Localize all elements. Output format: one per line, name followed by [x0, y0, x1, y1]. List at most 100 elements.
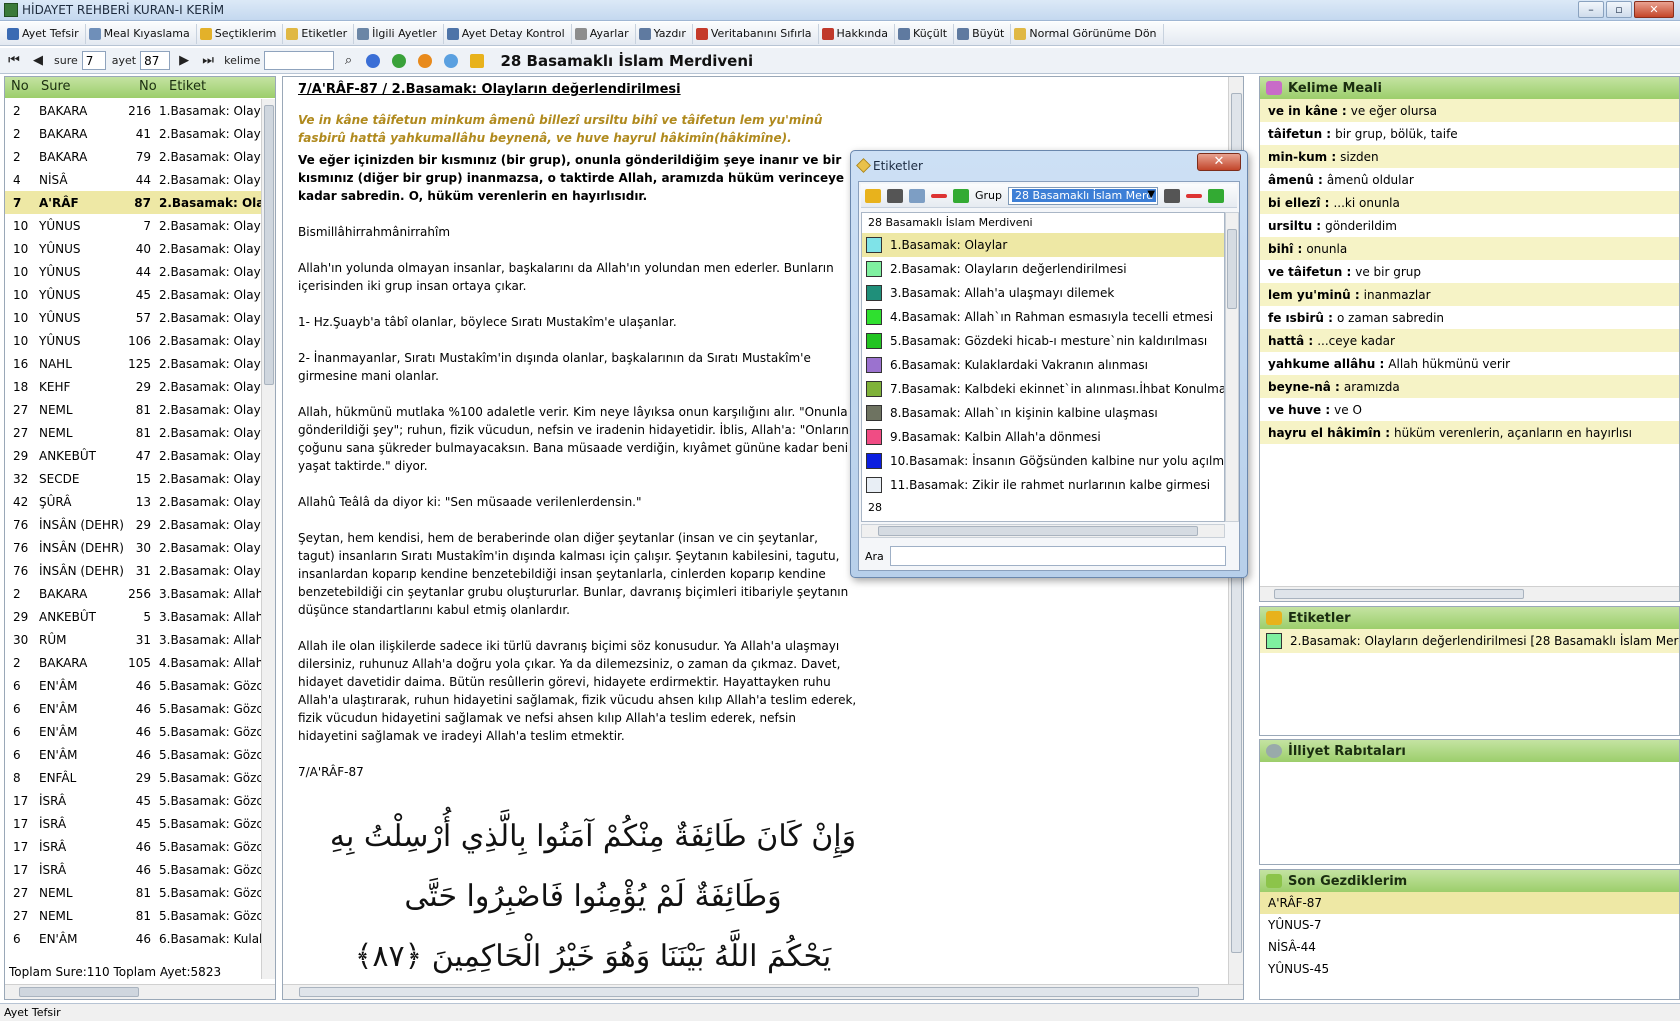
kelime-row[interactable]: yahkume allâhu : Allah hükmünü verir: [1260, 352, 1679, 375]
header-no[interactable]: No: [5, 77, 35, 98]
table-row[interactable]: 76 İNSÂN (DEHR) 29 2.Basamak: Olayl: [5, 513, 263, 536]
etiket-item[interactable]: 2.Basamak: Olayların değerlendirilmesi: [862, 257, 1224, 281]
header-etiket[interactable]: Etiket: [163, 77, 210, 98]
etiket-item[interactable]: 8.Basamak: Allah`ın kişinin kalbine ulaş…: [862, 401, 1224, 425]
scroll-thumb[interactable]: [878, 526, 1198, 536]
menu-item[interactable]: Ayarlar: [572, 23, 636, 44]
sure-input[interactable]: [81, 51, 106, 70]
kelime-row[interactable]: tâifetun : bir grup, bölük, taife: [1260, 122, 1679, 145]
kelime-row[interactable]: hattâ : ...ceye kadar: [1260, 329, 1679, 352]
search-icon[interactable]: ⌕: [338, 51, 358, 71]
etiket-item[interactable]: 11.Basamak: Zikir ile rahmet nurlarının …: [862, 473, 1224, 497]
grup-select[interactable]: 28 Basamaklı İslam Merd ▼: [1008, 186, 1159, 205]
table-row[interactable]: 29 ANKEBÛT 5 3.Basamak: Allah: [5, 605, 263, 628]
menu-item[interactable]: Küçült: [895, 23, 955, 44]
scroll-thumb[interactable]: [1227, 229, 1237, 309]
chevron-down-icon[interactable]: ▼: [1147, 189, 1155, 200]
etiket-item[interactable]: 6.Basamak: Kulaklardaki Vakranın alınmas…: [862, 353, 1224, 377]
last-icon[interactable]: ⏭: [198, 51, 218, 71]
globe-icon[interactable]: [366, 53, 381, 68]
menu-item[interactable]: Veritabanını Sıfırla: [693, 23, 819, 44]
table-row[interactable]: 42 ŞÛRÂ 13 2.Basamak: Olayl: [5, 490, 263, 513]
etiket-item[interactable]: 3.Basamak: Allah'a ulaşmayı dilemek: [862, 281, 1224, 305]
table-row[interactable]: 76 İNSÂN (DEHR) 30 2.Basamak: Olayl: [5, 536, 263, 559]
list-vertical-scrollbar[interactable]: [261, 99, 275, 979]
menu-item[interactable]: Hakkında: [819, 23, 896, 44]
table-row[interactable]: 6 EN'ÂM 46 5.Basamak: Gözc: [5, 697, 263, 720]
search-input[interactable]: [889, 546, 1226, 566]
blue-circle-icon[interactable]: [444, 53, 459, 68]
table-row[interactable]: 27 NEML 81 2.Basamak: Olayl: [5, 421, 263, 444]
table-row[interactable]: 6 EN'ÂM 46 5.Basamak: Gözc: [5, 674, 263, 697]
header-sure[interactable]: Sure: [35, 77, 133, 98]
table-row[interactable]: 10 YÛNUS 40 2.Basamak: Olayl: [5, 237, 263, 260]
table-row[interactable]: 2 BAKARA 79 2.Basamak: Olayl: [5, 145, 263, 168]
table-row[interactable]: 17 İSRÂ 46 5.Basamak: Gözc: [5, 858, 263, 881]
minus-icon[interactable]: [931, 193, 947, 198]
table-row[interactable]: 27 NEML 81 5.Basamak: Gözc: [5, 904, 263, 927]
scroll-thumb[interactable]: [264, 105, 274, 385]
table-row[interactable]: 2 BAKARA 256 3.Basamak: Allah: [5, 582, 263, 605]
dialog-close-icon[interactable]: ✕: [1197, 153, 1241, 171]
minimize-icon[interactable]: –: [1578, 1, 1604, 18]
kelime-row[interactable]: ve tâifetun : ve bir grup: [1260, 260, 1679, 283]
tag-edit-icon[interactable]: [865, 188, 881, 203]
ayet-input[interactable]: [140, 51, 171, 70]
table-row[interactable]: 17 İSRÂ 46 5.Basamak: Gözc: [5, 835, 263, 858]
scroll-thumb[interactable]: [299, 987, 1199, 997]
kelime-row[interactable]: ve huve : ve O: [1260, 398, 1679, 421]
dialog-vertical-scrollbar[interactable]: [1225, 212, 1239, 522]
list-horizontal-scrollbar[interactable]: [5, 984, 275, 999]
kelime-row[interactable]: ursiltu : gönderildim: [1260, 214, 1679, 237]
table-row[interactable]: 6 EN'ÂM 46 6.Basamak: Kulak: [5, 927, 263, 950]
history-item[interactable]: YÛNUS-45: [1260, 958, 1679, 980]
etiket-item[interactable]: 1.Basamak: Olaylar: [862, 233, 1224, 257]
menu-item[interactable]: Normal Görünüme Dön: [1011, 23, 1164, 44]
kelime-row[interactable]: beyne-nâ : aramızda: [1260, 375, 1679, 398]
table-row[interactable]: 27 NEML 81 5.Basamak: Gözc: [5, 881, 263, 904]
bar-chart-icon[interactable]: [470, 53, 485, 68]
binoculars-icon[interactable]: [1164, 188, 1181, 203]
table-row[interactable]: 10 YÛNUS 7 2.Basamak: Olayl: [5, 214, 263, 237]
menu-item[interactable]: Ayet Tefsir: [4, 23, 86, 44]
table-row[interactable]: 4 NİSÂ 44 2.Basamak: Olayl: [5, 168, 263, 191]
green-circle-icon[interactable]: [392, 53, 407, 68]
table-row[interactable]: 10 YÛNUS 44 2.Basamak: Olayl: [5, 260, 263, 283]
binoculars-icon[interactable]: [887, 188, 903, 203]
table-row[interactable]: 76 İNSÂN (DEHR) 31 2.Basamak: Olayl: [5, 559, 263, 582]
orange-circle-icon[interactable]: [418, 53, 433, 68]
etiket-item[interactable]: 4.Basamak: Allah`ın Rahman esmasıyla tec…: [862, 305, 1224, 329]
table-row[interactable]: 17 İSRÂ 45 5.Basamak: Gözc: [5, 812, 263, 835]
table-row[interactable]: 29 ANKEBÛT 47 2.Basamak: Olayl: [5, 444, 263, 467]
menu-item[interactable]: Etiketler: [283, 23, 355, 44]
menu-item[interactable]: Seçtiklerim: [197, 23, 284, 44]
table-row[interactable]: 7 A'RÂF 87 2.Basamak: Olay: [5, 191, 263, 214]
plus-icon[interactable]: [953, 188, 969, 203]
minus-icon[interactable]: [1186, 193, 1203, 198]
table-row[interactable]: 2 BAKARA 41 2.Basamak: Olayl: [5, 122, 263, 145]
menu-item[interactable]: Ayet Detay Kontrol: [444, 23, 572, 44]
kelime-input[interactable]: [264, 51, 335, 70]
table-row[interactable]: 30 RÛM 31 3.Basamak: Allah: [5, 628, 263, 651]
plus-icon[interactable]: [1208, 188, 1225, 203]
menu-item[interactable]: İlgili Ayetler: [354, 23, 444, 44]
history-item[interactable]: A'RÂF-87: [1260, 892, 1679, 914]
table-row[interactable]: 2 BAKARA 216 1.Basamak: Olayl: [5, 99, 263, 122]
etiket-item[interactable]: 10.Basamak: İnsanın Göğsünden kalbine nu…: [862, 449, 1224, 473]
first-icon[interactable]: ⏮: [4, 51, 24, 71]
table-row[interactable]: 10 YÛNUS 45 2.Basamak: Olayl: [5, 283, 263, 306]
next-icon[interactable]: ▶: [174, 51, 194, 71]
table-row[interactable]: 17 İSRÂ 45 5.Basamak: Gözc: [5, 789, 263, 812]
close-icon[interactable]: ✕: [1634, 1, 1674, 18]
kelime-row[interactable]: âmenû : âmenû oldular: [1260, 168, 1679, 191]
maximize-icon[interactable]: ▫: [1606, 1, 1632, 18]
tree-icon[interactable]: [909, 188, 925, 203]
history-item[interactable]: NİSÂ-44: [1260, 936, 1679, 958]
kelime-horizontal-scrollbar[interactable]: [1260, 586, 1679, 601]
kelime-row[interactable]: bihî : onunla: [1260, 237, 1679, 260]
table-row[interactable]: 16 NAHL 125 2.Basamak: Olayl: [5, 352, 263, 375]
table-row[interactable]: 18 KEHF 29 2.Basamak: Olayl: [5, 375, 263, 398]
etiket-item[interactable]: 7.Basamak: Kalbdeki ekinnet`in alınması.…: [862, 377, 1224, 401]
table-row[interactable]: 8 ENFÂL 29 5.Basamak: Gözc: [5, 766, 263, 789]
table-row[interactable]: 10 YÛNUS 57 2.Basamak: Olayl: [5, 306, 263, 329]
